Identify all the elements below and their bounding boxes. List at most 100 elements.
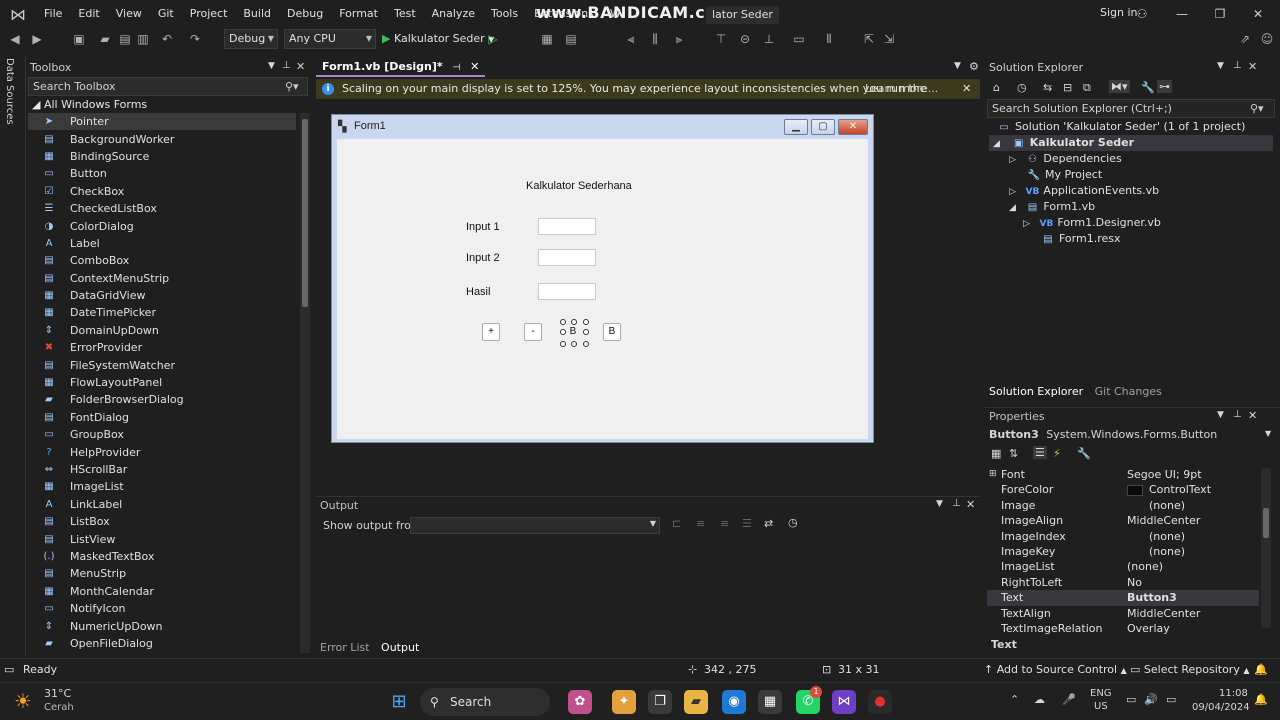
properties-icon[interactable]: ☰: [1033, 446, 1047, 459]
tab-output[interactable]: Output: [377, 641, 423, 654]
toolbox-item-maskedtextbox[interactable]: (.) MaskedTextBox: [28, 548, 296, 565]
home-icon[interactable]: ⌂: [993, 81, 1000, 94]
subtract-button[interactable]: -: [524, 323, 542, 341]
toolbox-item-filesystemwatcher[interactable]: ▤ FileSystemWatcher: [28, 356, 296, 373]
button3-selected[interactable]: B: [564, 323, 582, 341]
microphone-icon[interactable]: 🎤: [1062, 693, 1076, 706]
toolbox-item-checkedlistbox[interactable]: ☰ CheckedListBox: [28, 200, 296, 217]
dropdown-icon[interactable]: ▼: [936, 499, 943, 509]
input2-label[interactable]: Input 2: [466, 252, 500, 264]
notification-center-icon[interactable]: 🔔: [1254, 693, 1268, 706]
cloud-icon[interactable]: ☁: [1034, 693, 1045, 706]
toolbox-item-datagridview[interactable]: ▦ DataGridView: [28, 287, 296, 304]
input1-textbox[interactable]: [538, 218, 596, 235]
bring-front-icon[interactable]: ⇲: [880, 30, 898, 48]
toolbox-item-label[interactable]: A Label: [28, 235, 296, 252]
toolbox-item-errorprovider[interactable]: ✖ ErrorProvider: [28, 339, 296, 356]
menu-tools[interactable]: Tools: [483, 0, 526, 28]
toolbox-item-checkbox[interactable]: ☑ CheckBox: [28, 183, 296, 200]
collapse-all-icon[interactable]: ⊟: [1063, 81, 1072, 94]
tree-my-project[interactable]: 🔧 My Project: [1027, 167, 1102, 183]
layout-icon[interactable]: ▤: [562, 30, 580, 48]
property-value[interactable]: (none): [1127, 529, 1185, 544]
property-row-imagealign[interactable]: ImageAlign MiddleCenter: [987, 513, 1259, 528]
history-icon[interactable]: ◷: [1017, 81, 1027, 94]
language-region[interactable]: US: [1094, 701, 1108, 712]
align-middle-icon[interactable]: ⊝: [736, 30, 754, 48]
tree-solution[interactable]: ▭ Solution 'Kalkulator Seder' (1 of 1 pro…: [997, 119, 1245, 135]
property-value[interactable]: Button3: [1127, 590, 1177, 605]
property-value[interactable]: MiddleCenter: [1127, 513, 1200, 528]
chevron-up-icon[interactable]: ⌃: [1010, 693, 1019, 706]
toolbox-item-button[interactable]: ▭ Button: [28, 165, 296, 182]
pin-icon[interactable]: ⊥: [1233, 60, 1242, 71]
menu-file[interactable]: File: [36, 0, 70, 28]
pin-icon[interactable]: ⊥: [952, 498, 961, 509]
clock-time[interactable]: 11:08: [1219, 688, 1248, 699]
toolbox-item-datetimepicker[interactable]: ▦ DateTimePicker: [28, 304, 296, 321]
account-icon[interactable]: ⚇: [1132, 4, 1152, 24]
toolbox-item-pointer[interactable]: ➤ Pointer: [28, 113, 296, 131]
close-icon[interactable]: ✕: [1248, 409, 1257, 422]
toolbox-item-folderbrowserdialog[interactable]: ▰ FolderBrowserDialog: [28, 391, 296, 408]
property-row-imagekey[interactable]: ImageKey (none): [987, 544, 1259, 559]
widgets-flowers-icon[interactable]: ✿: [568, 690, 592, 714]
show-all-files-icon[interactable]: ⧉: [1083, 81, 1091, 95]
add-source-control-button[interactable]: ↑ Add to Source Control ▲: [984, 659, 1127, 682]
sync-icon[interactable]: ⇆: [1043, 81, 1052, 94]
task-view-icon[interactable]: ❐: [648, 690, 672, 714]
prev-message-icon[interactable]: ≡: [696, 517, 705, 530]
toolbox-item-openfiledialog[interactable]: ▰ OpenFileDialog: [28, 635, 296, 652]
toolbox-item-linklabel[interactable]: A LinkLabel: [28, 496, 296, 513]
property-value[interactable]: Segoe UI; 9pt: [1127, 467, 1202, 482]
battery-icon[interactable]: ▭: [1166, 693, 1176, 706]
toolbox-item-helpprovider[interactable]: ? HelpProvider: [28, 443, 296, 460]
toolbox-item-imagelist[interactable]: ▦ ImageList: [28, 478, 296, 495]
close-icon[interactable]: ✕: [1248, 60, 1257, 73]
dropdown-icon[interactable]: ▼: [268, 61, 275, 71]
toolbox-item-domainupdown[interactable]: ⇕ DomainUpDown: [28, 322, 296, 339]
property-value[interactable]: No: [1127, 575, 1142, 590]
properties-scrollbar[interactable]: [1261, 468, 1271, 628]
events-icon[interactable]: ⚡: [1053, 447, 1061, 460]
align-bottom-icon[interactable]: ⊥: [760, 30, 778, 48]
undo-icon[interactable]: ↶: [158, 30, 176, 48]
categorized-icon[interactable]: ▦: [991, 447, 1001, 460]
resize-handle[interactable]: [560, 329, 566, 335]
spacing-icon[interactable]: ⫴: [820, 30, 838, 48]
toolbox-item-menustrip[interactable]: ▤ MenuStrip: [28, 565, 296, 582]
settings-icon[interactable]: ⚙: [969, 60, 979, 73]
result-label[interactable]: Hasil: [466, 286, 490, 298]
toolbox-item-contextmenustrip[interactable]: ▤ ContextMenuStrip: [28, 270, 296, 287]
property-row-image[interactable]: Image (none): [987, 498, 1259, 513]
select-repository-button[interactable]: ▭ Select Repository ▲: [1130, 659, 1250, 682]
alphabetical-icon[interactable]: ⇅: [1009, 447, 1018, 460]
resize-handle[interactable]: [571, 341, 577, 347]
volume-icon[interactable]: 🔊: [1144, 693, 1158, 706]
toolbox-scroll-thumb[interactable]: [302, 119, 308, 307]
menu-analyze[interactable]: Analyze: [424, 0, 483, 28]
property-row-imagelist[interactable]: ImageList (none): [987, 559, 1259, 574]
data-sources-label[interactable]: Data Sources: [4, 58, 15, 125]
input1-label[interactable]: Input 1: [466, 221, 500, 233]
forward-icon[interactable]: ▶: [28, 30, 46, 48]
tab-form1-design[interactable]: Form1.vb [Design]* ⊣ ✕: [316, 59, 486, 77]
input2-textbox[interactable]: [538, 249, 596, 266]
dropdown-icon[interactable]: ▼: [1217, 410, 1224, 420]
configuration-dropdown[interactable]: Debug ▼: [224, 29, 278, 49]
language-code[interactable]: ENG: [1090, 688, 1112, 699]
tab-solution-explorer[interactable]: Solution Explorer: [985, 385, 1087, 398]
property-value[interactable]: (none): [1127, 544, 1185, 559]
same-size-icon[interactable]: ▭: [790, 30, 808, 48]
property-value[interactable]: Overlay: [1127, 621, 1170, 636]
align-center-icon[interactable]: ⫼: [646, 30, 664, 48]
toolbox-item-numericupdown[interactable]: ⇕ NumericUpDown: [28, 617, 296, 634]
save-all-icon[interactable]: ▥: [134, 30, 152, 48]
toolbox-item-listbox[interactable]: ▤ ListBox: [28, 513, 296, 530]
result-textbox[interactable]: [538, 283, 596, 300]
resize-handle[interactable]: [571, 319, 577, 325]
windows-start-icon[interactable]: ⊞: [387, 690, 411, 714]
weather-icon[interactable]: ☀: [14, 689, 32, 713]
visual-studio-icon[interactable]: ⋈: [832, 690, 856, 714]
edge-icon[interactable]: ◉: [722, 690, 746, 714]
